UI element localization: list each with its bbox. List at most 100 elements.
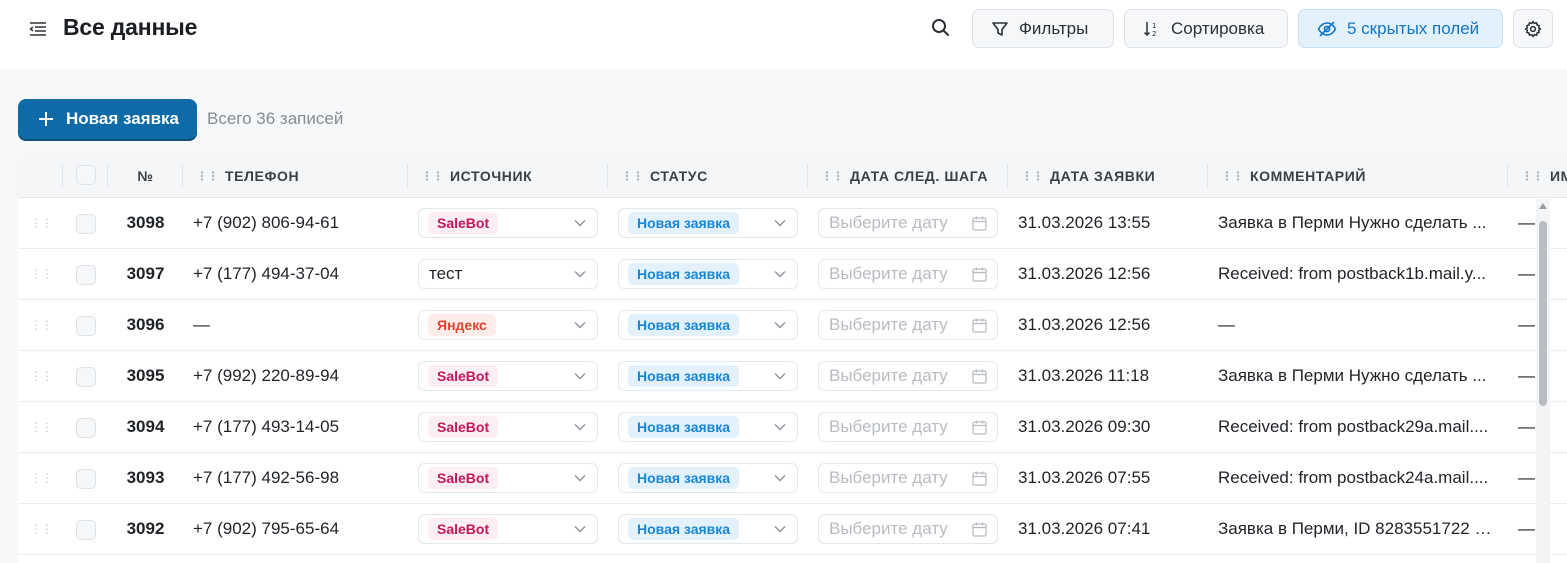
new-request-label: Новая заявка — [66, 109, 179, 128]
row-request-date: 31.03.2026 12:56 — [1018, 264, 1151, 283]
vertical-scrollbar[interactable] — [1536, 199, 1550, 563]
row-checkbox[interactable] — [76, 367, 96, 387]
next-step-date-input[interactable]: Выберите дату — [818, 208, 998, 238]
source-select[interactable]: тест — [418, 259, 598, 289]
status-select[interactable]: Новая заявка — [618, 361, 798, 391]
status-tag: Новая заявка — [628, 314, 740, 336]
table-row[interactable]: ⋮⋮ 3097 +7 (177) 494-37-04 тест Новая заявка… — [18, 249, 1567, 300]
row-drag-handle-icon[interactable]: ⋮⋮ — [30, 402, 53, 452]
row-request-date: 31.03.2026 09:30 — [1018, 417, 1151, 436]
next-step-date-input[interactable]: Выберите дату — [818, 463, 998, 493]
table-row[interactable]: ⋮⋮ 3094 +7 (177) 493-14-05 SaleBot Новая зая… — [18, 402, 1567, 453]
row-extra: — — [1518, 468, 1535, 487]
chevron-down-icon — [773, 522, 787, 541]
svg-text:1: 1 — [1152, 22, 1156, 30]
calendar-icon[interactable] — [971, 470, 988, 492]
next-step-date-input[interactable]: Выберите дату — [818, 259, 998, 289]
row-drag-handle-icon[interactable]: ⋮⋮ — [30, 300, 53, 350]
column-separator — [182, 164, 183, 187]
row-comment: Заявка в Перми, ID 8283551722 Н... — [1218, 519, 1498, 538]
source-select[interactable]: SaleBot — [418, 514, 598, 544]
calendar-icon[interactable] — [971, 266, 988, 288]
settings-button[interactable] — [1513, 9, 1553, 48]
row-checkbox[interactable] — [76, 214, 96, 234]
drag-handle-icon[interactable]: ⋮⋮ — [621, 169, 644, 183]
drag-handle-icon[interactable]: ⋮⋮ — [421, 169, 444, 183]
chevron-down-icon — [573, 420, 587, 439]
drag-handle-icon[interactable]: ⋮⋮ — [821, 169, 844, 183]
table-row[interactable]: ⋮⋮ 3093 +7 (177) 492-56-98 SaleBot Новая зая… — [18, 453, 1567, 504]
row-drag-handle-icon[interactable]: ⋮⋮ — [30, 453, 53, 503]
source-select[interactable]: SaleBot — [418, 208, 598, 238]
source-select[interactable]: SaleBot — [418, 361, 598, 391]
row-checkbox[interactable] — [76, 520, 96, 540]
row-checkbox[interactable] — [76, 316, 96, 336]
calendar-icon[interactable] — [971, 521, 988, 543]
select-all-checkbox[interactable] — [76, 165, 96, 185]
row-phone: +7 (177) 492-56-98 — [193, 468, 340, 487]
column-header-request-date[interactable]: ⋮⋮ ДАТА ЗАЯВКИ — [1021, 153, 1155, 198]
column-header-next-step-date[interactable]: ⋮⋮ ДАТА СЛЕД. ШАГА — [821, 153, 988, 198]
scroll-up-arrow-icon[interactable] — [1539, 203, 1547, 209]
table-row[interactable]: ⋮⋮ 3095 +7 (992) 220-89-94 SaleBot Новая зая… — [18, 351, 1567, 402]
date-placeholder: Выберите дату — [829, 417, 948, 436]
calendar-icon[interactable] — [971, 317, 988, 339]
source-select[interactable]: Яндекс — [418, 310, 598, 340]
table-row[interactable]: ⋮⋮ 3092 +7 (902) 795-65-64 SaleBot Новая зая… — [18, 504, 1567, 555]
next-step-date-input[interactable]: Выберите дату — [818, 361, 998, 391]
row-comment: Заявка в Перми Нужно сделать ... — [1218, 213, 1487, 232]
table-row[interactable]: ⋮⋮ 3096 — Яндекс Новая заявка Выберите дату 31… — [18, 300, 1567, 351]
row-checkbox[interactable] — [76, 265, 96, 285]
drag-handle-icon[interactable]: ⋮⋮ — [1521, 169, 1544, 183]
drag-handle-icon[interactable]: ⋮⋮ — [1221, 169, 1244, 183]
next-step-date-input[interactable]: Выберите дату — [818, 514, 998, 544]
next-step-date-input[interactable]: Выберите дату — [818, 412, 998, 442]
calendar-icon[interactable] — [971, 368, 988, 390]
row-drag-handle-icon[interactable]: ⋮⋮ — [30, 198, 53, 248]
chevron-down-icon — [573, 216, 587, 235]
filters-button[interactable]: Фильтры — [972, 9, 1114, 48]
drag-handle-icon[interactable]: ⋮⋮ — [1021, 169, 1044, 183]
search-icon[interactable] — [929, 16, 953, 40]
row-number: 3097 — [126, 264, 165, 283]
status-select[interactable]: Новая заявка — [618, 310, 798, 340]
column-header-source[interactable]: ⋮⋮ ИСТОЧНИК — [421, 153, 532, 198]
column-header-number[interactable]: № — [108, 153, 183, 198]
collapse-menu-icon[interactable] — [27, 18, 49, 40]
scrollbar-thumb[interactable] — [1539, 221, 1547, 406]
row-comment: Received: from postback1b.mail.y... — [1218, 264, 1487, 283]
date-placeholder: Выберите дату — [829, 264, 948, 283]
next-step-date-input[interactable]: Выберите дату — [818, 310, 998, 340]
column-header-status[interactable]: ⋮⋮ СТАТУС — [621, 153, 708, 198]
source-select[interactable]: SaleBot — [418, 463, 598, 493]
source-select[interactable]: SaleBot — [418, 412, 598, 442]
chevron-down-icon — [773, 216, 787, 235]
chevron-down-icon — [773, 267, 787, 286]
row-drag-handle-icon[interactable]: ⋮⋮ — [30, 351, 53, 401]
column-header-extra[interactable]: ⋮⋮ИМ — [1521, 153, 1567, 198]
sort-button[interactable]: 12 Сортировка — [1124, 9, 1288, 48]
hidden-fields-button[interactable]: 5 скрытых полей — [1298, 9, 1503, 48]
row-drag-handle-icon[interactable]: ⋮⋮ — [30, 249, 53, 299]
status-select[interactable]: Новая заявка — [618, 208, 798, 238]
status-select[interactable]: Новая заявка — [618, 412, 798, 442]
row-checkbox[interactable] — [76, 469, 96, 489]
row-phone: +7 (992) 220-89-94 — [193, 366, 340, 385]
column-header-phone[interactable]: ⋮⋮ ТЕЛЕФОН — [196, 153, 299, 198]
status-select[interactable]: Новая заявка — [618, 514, 798, 544]
row-phone: +7 (177) 493-14-05 — [193, 417, 340, 436]
drag-handle-icon[interactable]: ⋮⋮ — [196, 169, 219, 183]
status-tag: Новая заявка — [628, 467, 740, 489]
status-tag: Новая заявка — [628, 212, 740, 234]
status-select[interactable]: Новая заявка — [618, 463, 798, 493]
row-comment: Received: from postback24a.mail.... — [1218, 468, 1489, 487]
status-select[interactable]: Новая заявка — [618, 259, 798, 289]
new-request-button[interactable]: Новая заявка — [18, 99, 197, 139]
row-drag-handle-icon[interactable]: ⋮⋮ — [30, 504, 53, 554]
calendar-icon[interactable] — [971, 215, 988, 237]
table-row[interactable]: ⋮⋮ 3098 +7 (902) 806-94-61 SaleBot Новая зая… — [18, 198, 1567, 249]
column-header-comment[interactable]: ⋮⋮ КОММЕНТАРИЙ — [1221, 153, 1366, 198]
calendar-icon[interactable] — [971, 419, 988, 441]
date-placeholder: Выберите дату — [829, 315, 948, 334]
row-checkbox[interactable] — [76, 418, 96, 438]
